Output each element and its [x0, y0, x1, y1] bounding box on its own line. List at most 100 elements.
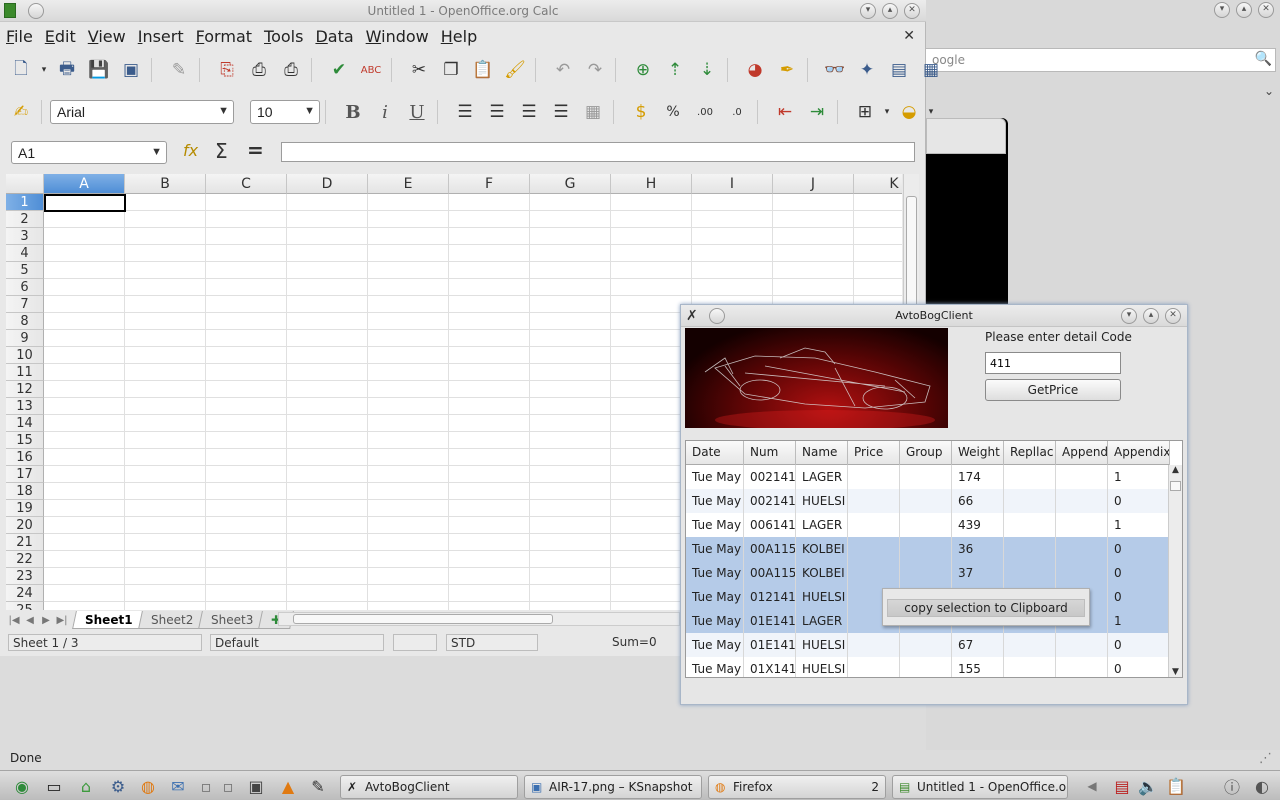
- table-row[interactable]: Tue May 01X141 HUELSI 155 0: [686, 657, 1170, 677]
- column-header[interactable]: C: [206, 174, 287, 194]
- next-sheet-icon[interactable]: ▶: [38, 615, 54, 626]
- row-header[interactable]: 22: [6, 551, 44, 568]
- tab-sheet3[interactable]: Sheet3: [197, 611, 267, 629]
- row-header[interactable]: 8: [6, 313, 44, 330]
- search-icon[interactable]: 🔍: [1255, 51, 1272, 67]
- column-header[interactable]: B: [125, 174, 206, 194]
- spellcheck-icon[interactable]: ✔: [324, 55, 354, 85]
- volume-icon[interactable]: 🔈: [1136, 775, 1160, 797]
- background-color-icon[interactable]: ◒: [894, 97, 924, 127]
- menu-tools[interactable]: Tools: [258, 24, 309, 48]
- monitor-icon[interactable]: ▣: [244, 775, 268, 797]
- hyperlink-icon[interactable]: ⊕: [628, 55, 658, 85]
- function-wizard-icon[interactable]: fx: [183, 141, 198, 160]
- currency-format-icon[interactable]: $: [626, 97, 656, 127]
- vlc-icon[interactable]: ▲: [276, 775, 300, 797]
- last-sheet-icon[interactable]: ▶|: [54, 615, 70, 626]
- horizontal-scrollbar[interactable]: [278, 612, 680, 626]
- row-header[interactable]: 2: [6, 211, 44, 228]
- document-close-icon[interactable]: ✕: [903, 28, 915, 44]
- align-center-icon[interactable]: ☰: [482, 97, 512, 127]
- justify-icon[interactable]: ☰: [546, 97, 576, 127]
- row-header[interactable]: 20: [6, 517, 44, 534]
- underline-icon[interactable]: U: [402, 97, 432, 127]
- font-size-select[interactable]: 10 ▼: [250, 100, 320, 124]
- row-header[interactable]: 12: [6, 381, 44, 398]
- find-icon[interactable]: 👓: [820, 55, 850, 85]
- sum-icon[interactable]: Σ: [215, 139, 228, 163]
- row-header[interactable]: 10: [6, 347, 44, 364]
- firefox-icon[interactable]: ◍: [136, 775, 160, 797]
- row-header[interactable]: 25: [6, 602, 44, 610]
- row-header[interactable]: 3: [6, 228, 44, 245]
- column-header[interactable]: K: [854, 174, 902, 194]
- info-icon[interactable]: ⓘ: [1220, 775, 1244, 797]
- save-icon[interactable]: 💾: [84, 55, 114, 85]
- increase-indent-icon[interactable]: ⇥: [802, 97, 832, 127]
- column-header[interactable]: F: [449, 174, 530, 194]
- open-icon[interactable]: 🖶: [52, 55, 82, 85]
- row-header[interactable]: 5: [6, 262, 44, 279]
- keyboard-layout-flag-icon[interactable]: ▤: [1110, 775, 1134, 797]
- menu-format[interactable]: Format: [190, 24, 258, 48]
- row-header[interactable]: 11: [6, 364, 44, 381]
- row-header[interactable]: 15: [6, 432, 44, 449]
- menu-window[interactable]: Window: [360, 24, 435, 48]
- home-icon[interactable]: ⌂: [74, 775, 98, 797]
- row-header[interactable]: 13: [6, 398, 44, 415]
- borders-icon[interactable]: ⊞: [850, 97, 880, 127]
- sort-descending-icon[interactable]: ⇣: [692, 55, 722, 85]
- font-name-select[interactable]: Arial ▼: [50, 100, 234, 124]
- chevron-down-icon[interactable]: ▾: [38, 55, 50, 85]
- column-header[interactable]: Repllac: [1004, 441, 1056, 465]
- autospellcheck-icon[interactable]: ABC: [356, 55, 386, 85]
- bold-icon[interactable]: B: [338, 97, 368, 127]
- select-all-corner[interactable]: [6, 174, 44, 194]
- sort-ascending-icon[interactable]: ⇡: [660, 55, 690, 85]
- column-header[interactable]: E: [368, 174, 449, 194]
- column-header[interactable]: A: [44, 174, 125, 194]
- kde-menu-icon[interactable]: ◉: [10, 775, 34, 797]
- cut-icon[interactable]: ✂: [404, 55, 434, 85]
- cashew-icon[interactable]: ◐: [1250, 775, 1274, 797]
- active-cell[interactable]: [44, 194, 126, 212]
- task-ksnapshot[interactable]: ▣ AIR-17.png – KSnapshot: [524, 775, 702, 799]
- row-header[interactable]: 9: [6, 330, 44, 347]
- row-header[interactable]: 14: [6, 415, 44, 432]
- column-header[interactable]: Date: [686, 441, 744, 465]
- navigator-icon[interactable]: ✦: [852, 55, 882, 85]
- tab-sheet2[interactable]: Sheet2: [137, 611, 206, 629]
- decrease-indent-icon[interactable]: ⇤: [770, 97, 800, 127]
- column-header[interactable]: Price: [848, 441, 900, 465]
- column-header[interactable]: Appendix: [1108, 441, 1170, 465]
- new-document-icon[interactable]: 🗋: [6, 55, 36, 85]
- minimize-icon[interactable]: ▾: [1121, 308, 1137, 324]
- close-icon[interactable]: ✕: [904, 3, 920, 19]
- paste-icon[interactable]: 📋: [468, 55, 498, 85]
- name-box[interactable]: A1 ▼: [11, 141, 167, 164]
- minimize-icon[interactable]: ▾: [1214, 2, 1230, 18]
- detail-code-input[interactable]: [985, 352, 1121, 374]
- column-header[interactable]: Weight: [952, 441, 1004, 465]
- function-icon[interactable]: =: [247, 138, 264, 162]
- column-header[interactable]: H: [611, 174, 692, 194]
- undo-icon[interactable]: ↶: [548, 55, 578, 85]
- tray-arrow-icon[interactable]: ◀: [1080, 775, 1104, 797]
- column-header[interactable]: Num: [744, 441, 796, 465]
- column-header[interactable]: I: [692, 174, 773, 194]
- mail-icon[interactable]: ✉: [166, 775, 190, 797]
- scroll-down-icon[interactable]: ▼: [1169, 667, 1182, 677]
- row-header[interactable]: 23: [6, 568, 44, 585]
- chevron-down-icon[interactable]: ⌄: [1264, 84, 1274, 98]
- formula-input[interactable]: [281, 142, 915, 162]
- task-firefox[interactable]: ◍ Firefox 2: [708, 775, 886, 799]
- previous-sheet-icon[interactable]: ◀: [22, 615, 38, 626]
- export-pdf-icon[interactable]: ⎘: [212, 55, 242, 85]
- page-preview-icon[interactable]: ⎙: [276, 55, 306, 85]
- column-header[interactable]: G: [530, 174, 611, 194]
- terminal-icon[interactable]: ▭: [42, 775, 66, 797]
- get-price-button[interactable]: GetPrice: [985, 379, 1121, 401]
- table-vertical-scrollbar[interactable]: ▲ ▼: [1168, 465, 1182, 677]
- copy-icon[interactable]: ❐: [436, 55, 466, 85]
- status-selection-mode[interactable]: STD: [446, 634, 538, 651]
